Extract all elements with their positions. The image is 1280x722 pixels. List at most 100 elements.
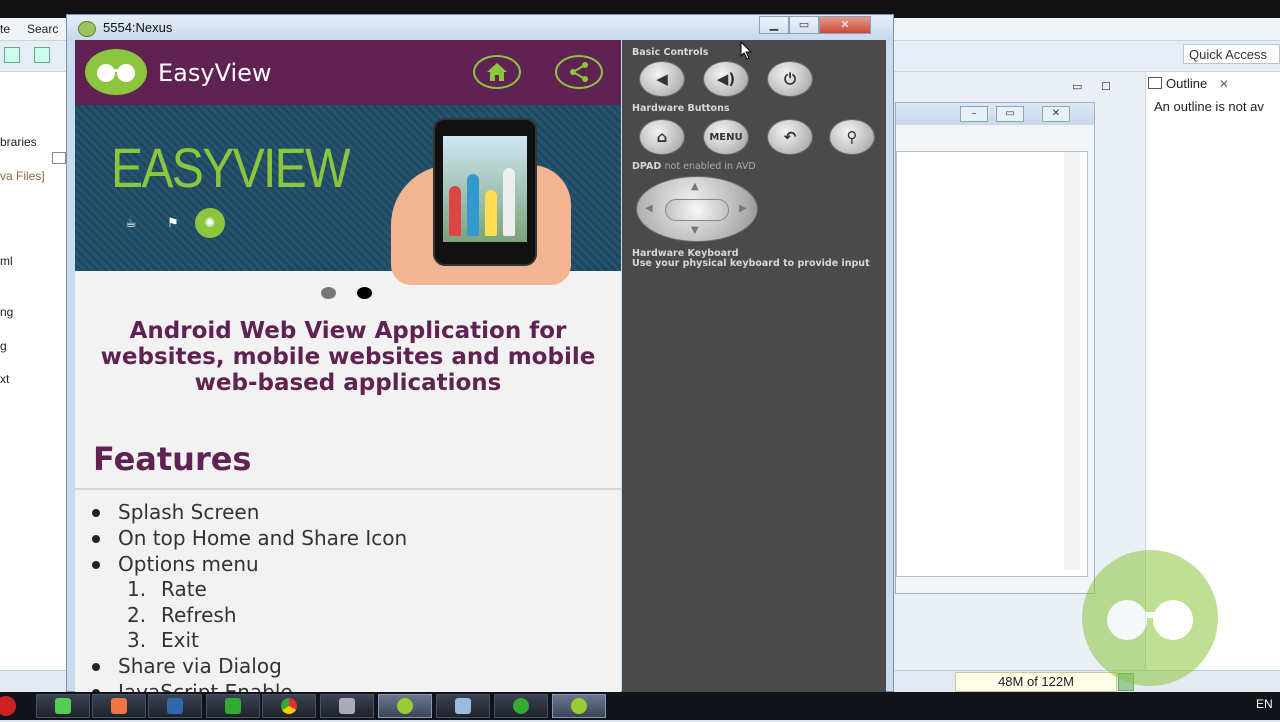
volume-down-icon: ◀: [656, 70, 668, 88]
headline: Android Web View Application for website…: [100, 318, 596, 396]
android-emulator-icon: [571, 698, 587, 714]
taskbar-app-button[interactable]: [148, 694, 202, 718]
home-hw-button[interactable]: ⌂: [639, 119, 685, 155]
bullet-icon: [92, 663, 100, 671]
start-button[interactable]: [0, 694, 20, 718]
glasses-icon: [1107, 600, 1193, 640]
app-icon: [55, 698, 71, 714]
power-button[interactable]: ⏻: [767, 61, 813, 97]
taskbar-app-button[interactable]: [436, 694, 490, 718]
inner-dialog-content: [896, 151, 1088, 577]
taskbar-app-button[interactable]: [494, 694, 548, 718]
dpad-label: DPAD not enabled in AVD: [632, 161, 756, 172]
dpad-note: not enabled in AVD: [664, 161, 756, 172]
menu-hw-button[interactable]: MENU: [703, 119, 749, 155]
dpad-center-button[interactable]: [665, 199, 729, 221]
app-title: EasyView: [158, 59, 272, 87]
minimize-button[interactable]: ▁: [759, 16, 789, 34]
sub-list-item: Rate: [161, 577, 207, 601]
download-icon[interactable]: [4, 47, 20, 63]
list-number: 1.: [127, 577, 147, 601]
banner-slide[interactable]: EASYVIEW ☕ ⚑ ✺: [75, 105, 621, 285]
android-emulator-icon: [78, 21, 96, 37]
taskbar-app-button[interactable]: [36, 694, 90, 718]
list-number: 3.: [127, 628, 147, 652]
device-screen[interactable]: EasyView EASYVIEW ☕ ⚑ ✺ Android Web View…: [75, 40, 621, 692]
mouse-cursor-icon: [740, 41, 753, 60]
divider: [75, 488, 621, 490]
easyview-logo-watermark: [1082, 550, 1218, 686]
list-item: Share via Dialog: [118, 654, 282, 678]
quick-access-input[interactable]: Quick Access: [1183, 44, 1280, 64]
phone-screen-photo: [443, 136, 527, 242]
minimize-icon[interactable]: –: [960, 106, 988, 122]
phone-image: [433, 118, 537, 266]
app-icon: [111, 698, 127, 714]
photo-figure: [467, 174, 479, 236]
heap-status[interactable]: 48M of 122M: [955, 672, 1117, 692]
carousel-dot-active[interactable]: [357, 287, 372, 299]
outline-tab-label: Outline: [1166, 76, 1208, 91]
close-icon[interactable]: ✕: [1042, 106, 1070, 122]
minimize-icon[interactable]: [52, 152, 66, 164]
maximize-button[interactable]: ▭: [789, 16, 819, 34]
volume-up-button[interactable]: ◀): [703, 61, 749, 97]
menu-button-label: MENU: [709, 131, 743, 143]
tree-item[interactable]: braries: [0, 135, 37, 149]
tree-item[interactable]: ng: [0, 305, 13, 319]
scrollbar[interactable]: [1064, 152, 1080, 570]
taskbar-app-button[interactable]: [92, 694, 146, 718]
dpad-right-icon[interactable]: ▶: [739, 203, 747, 214]
taskbar-app-button[interactable]: [320, 694, 374, 718]
photo-figure: [503, 168, 515, 236]
maximize-icon[interactable]: ☐: [1101, 80, 1111, 93]
menu-item-partial[interactable]: te: [0, 22, 10, 36]
dpad-up-icon[interactable]: ▲: [691, 181, 699, 192]
sun-icon: ✺: [195, 208, 225, 238]
search-hw-button[interactable]: ⚲: [829, 119, 875, 155]
tab-outline[interactable]: Outline ✕: [1148, 76, 1229, 91]
emulator-title: 5554:Nexus: [103, 20, 173, 35]
chrome-icon: [281, 698, 297, 714]
photo-figure: [449, 186, 461, 236]
close-button[interactable]: ✕: [819, 16, 871, 34]
package-explorer-panel: braries va Files] ml ng g xt: [0, 72, 67, 672]
share-button[interactable]: [555, 55, 603, 89]
home-button[interactable]: [473, 55, 521, 89]
tree-item[interactable]: va Files]: [0, 169, 45, 183]
tree-item[interactable]: xt: [0, 372, 9, 386]
taskbar-app-button[interactable]: [262, 694, 316, 718]
sub-list-item: Refresh: [161, 603, 237, 627]
taskbar-app-button[interactable]: [552, 694, 606, 718]
photo-figure: [485, 190, 497, 236]
emulator-titlebar[interactable]: 5554:Nexus ▁ ▭ ✕: [67, 15, 893, 41]
hardware-buttons-label: Hardware Buttons: [632, 103, 730, 114]
dpad-left-icon[interactable]: ◀: [645, 203, 653, 214]
power-icon: ⏻: [784, 70, 796, 88]
outline-icon: [1148, 77, 1162, 89]
bullet-icon: [92, 509, 100, 517]
tree-item[interactable]: g: [0, 339, 7, 353]
app-icon: [513, 698, 529, 714]
list-item: On top Home and Share Icon: [118, 526, 408, 550]
language-indicator[interactable]: EN: [1256, 697, 1273, 711]
minimize-icon[interactable]: ▭: [1072, 80, 1082, 93]
volume-down-button[interactable]: ◀: [639, 61, 685, 97]
back-hw-button[interactable]: ↶: [767, 119, 813, 155]
windows-orb-icon: [0, 696, 16, 716]
home-icon: ⌂: [656, 128, 668, 146]
dpad[interactable]: ▲ ▼ ◀ ▶: [636, 176, 758, 242]
menu-item-search[interactable]: Searc: [27, 22, 58, 36]
close-icon[interactable]: ✕: [1219, 77, 1229, 91]
outline-message: An outline is not av: [1154, 99, 1264, 114]
tree-item[interactable]: ml: [0, 254, 13, 268]
taskbar-app-button[interactable]: [206, 694, 260, 718]
dpad-down-icon[interactable]: ▼: [691, 225, 699, 236]
carousel-dot[interactable]: [321, 287, 336, 299]
toolbar-icon[interactable]: [34, 47, 50, 63]
bullet-icon: [92, 689, 100, 692]
maximize-icon[interactable]: ▭: [996, 106, 1024, 122]
sub-list-item: Exit: [161, 628, 199, 652]
flag-icon: ⚑: [167, 215, 179, 231]
taskbar-app-button[interactable]: [378, 694, 432, 718]
